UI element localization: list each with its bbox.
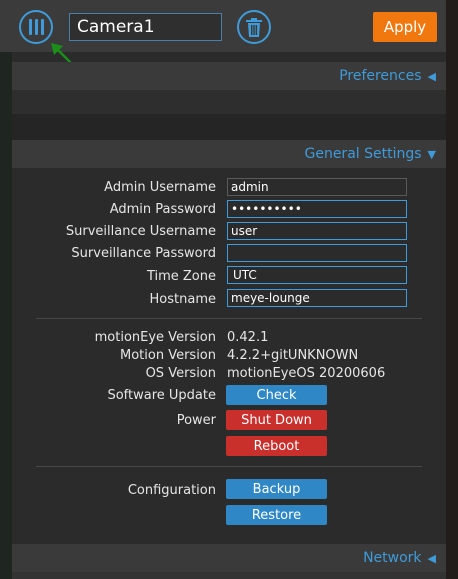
hostname-label: Hostname xyxy=(149,292,216,307)
collapsed-arrow-icon: ◀ xyxy=(427,551,436,565)
os-version-label: OS Version xyxy=(145,366,216,381)
time-zone-select[interactable] xyxy=(227,266,407,284)
expanded-arrow-icon: ▼ xyxy=(427,147,436,161)
motion-version-value: 4.2.2+gitUNKNOWN xyxy=(227,348,359,363)
restore-button[interactable]: Restore xyxy=(226,505,327,525)
section-general-label: General Settings xyxy=(304,146,422,162)
delete-camera-button[interactable] xyxy=(237,10,271,44)
menu-button[interactable] xyxy=(19,10,53,44)
time-zone-label: Time Zone xyxy=(146,269,216,284)
section-spacer xyxy=(12,90,446,114)
divider xyxy=(36,466,422,467)
trash-icon xyxy=(246,17,262,37)
section-preferences[interactable]: Preferences ◀ xyxy=(12,62,446,90)
software-update-label: Software Update xyxy=(107,388,216,403)
section-network[interactable]: Network ◀ xyxy=(12,544,446,572)
admin-username-input[interactable] xyxy=(227,178,407,196)
check-update-button[interactable]: Check xyxy=(226,385,327,405)
collapsed-arrow-icon: ◀ xyxy=(427,69,436,83)
os-version-value: motionEyeOS 20200606 xyxy=(227,366,386,381)
reboot-button[interactable]: Reboot xyxy=(226,436,327,456)
backup-button[interactable]: Backup xyxy=(226,479,327,499)
section-spacer xyxy=(12,114,446,140)
configuration-label: Configuration xyxy=(127,483,216,498)
section-network-label: Network xyxy=(363,550,422,566)
panel-footer xyxy=(12,572,446,579)
camera-name-input[interactable] xyxy=(69,13,222,41)
shutdown-button[interactable]: Shut Down xyxy=(226,410,327,430)
admin-password-input[interactable] xyxy=(227,200,407,218)
motioneye-version-value: 0.42.1 xyxy=(227,330,269,345)
admin-username-label: Admin Username xyxy=(104,180,216,195)
surveillance-username-label: Surveillance Username xyxy=(65,224,216,239)
surveillance-password-label: Surveillance Password xyxy=(71,246,216,261)
menu-icon xyxy=(28,19,44,35)
section-preferences-label: Preferences xyxy=(339,68,422,84)
power-label: Power xyxy=(176,413,216,428)
section-general-settings[interactable]: General Settings ▼ xyxy=(12,140,446,168)
motion-version-label: Motion Version xyxy=(119,348,216,363)
surveillance-username-input[interactable] xyxy=(227,222,407,240)
motioneye-version-label: motionEye Version xyxy=(94,330,216,345)
divider xyxy=(36,318,422,319)
hostname-input[interactable] xyxy=(227,289,407,307)
admin-password-label: Admin Password xyxy=(109,202,216,217)
apply-button[interactable]: Apply xyxy=(373,12,437,42)
background-edge xyxy=(446,0,458,579)
surveillance-password-input[interactable] xyxy=(227,244,407,262)
